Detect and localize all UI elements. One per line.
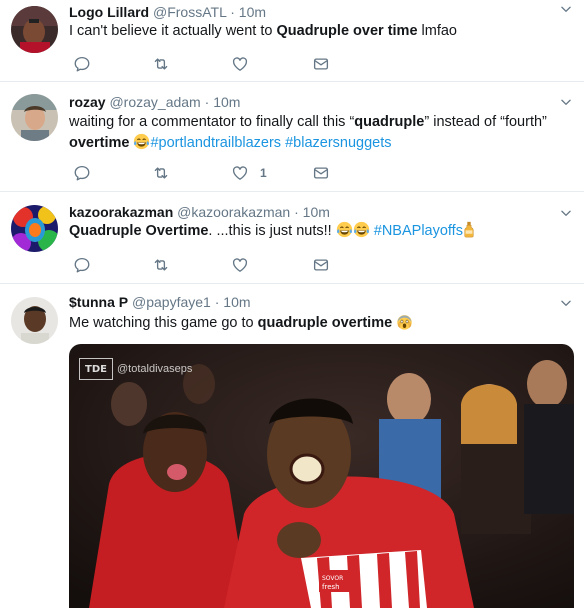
retweet-button[interactable] (152, 256, 170, 274)
tweet-actions (73, 256, 353, 274)
reply-button[interactable] (73, 55, 91, 73)
reply-button[interactable] (73, 256, 91, 274)
tweet[interactable]: $tunna P @papyfaye1 · 10m Me watching th… (0, 284, 584, 608)
text-segment: lmfao (417, 23, 458, 39)
like-count: 1 (260, 166, 267, 180)
tweet-actions (73, 55, 353, 73)
tweet-header: Logo Lillard @FrossATL · 10m (69, 3, 266, 21)
display-name[interactable]: rozay (69, 94, 106, 110)
reply-icon (73, 164, 91, 182)
like-icon (231, 55, 249, 73)
like-button[interactable] (231, 55, 249, 73)
text-bold-segment: Quadruple over time (276, 23, 418, 39)
retweet-icon (152, 256, 170, 274)
hashtag-link[interactable]: #NBAPlayoffs (374, 223, 463, 239)
reply-icon (73, 55, 91, 73)
text-segment: I can't believe it actually went to (69, 23, 277, 39)
tweet-text: I can't believe it actually went to Quad… (69, 21, 560, 42)
svg-text:fresh: fresh (322, 583, 340, 591)
user-handle[interactable]: @papyfaye1 (132, 294, 211, 310)
tweet-header: $tunna P @papyfaye1 · 10m (69, 293, 251, 311)
tweet-text: waiting for a commentator to finally cal… (69, 112, 560, 154)
tears-of-joy-emoji (336, 221, 353, 238)
display-name[interactable]: Logo Lillard (69, 4, 149, 20)
tweet-header: kazoorakazman @kazoorakazman · 10m (69, 203, 330, 221)
display-name[interactable]: $tunna P (69, 294, 128, 310)
tweet-media-gif[interactable]: SOVOR fresh TDE @totaldivaseps (69, 344, 574, 608)
avatar[interactable] (11, 94, 58, 141)
user-handle[interactable]: @kazoorakazman (177, 204, 290, 220)
timestamp[interactable]: 10m (303, 204, 330, 220)
bottle-emoji (463, 221, 475, 238)
separator: · (214, 294, 220, 310)
like-icon (231, 164, 249, 182)
direct-message-icon (312, 55, 330, 73)
avatar[interactable] (11, 205, 58, 252)
direct-message-icon (312, 256, 330, 274)
hashtag-link[interactable]: #portlandtrailblazers (150, 135, 281, 151)
avatar[interactable] (11, 6, 58, 53)
display-name[interactable]: kazoorakazman (69, 204, 173, 220)
media-watermark: TDE @totaldivaseps (79, 358, 192, 380)
tweet-text: Quadruple Overtime. ...this is just nuts… (69, 221, 560, 242)
reply-icon (73, 256, 91, 274)
text-bold-segment: overtime (69, 135, 130, 151)
timestamp[interactable]: 10m (223, 294, 250, 310)
text-segment: ” instead of “fourth” (424, 114, 547, 130)
retweet-icon (152, 164, 170, 182)
direct-message-icon (312, 164, 330, 182)
avatar[interactable] (11, 297, 58, 344)
tweet[interactable]: kazoorakazman @kazoorakazman · 10m Quadr… (0, 192, 584, 284)
chevron-down-icon[interactable] (559, 206, 573, 220)
chevron-down-icon[interactable] (559, 296, 573, 310)
gif-frame: SOVOR fresh (69, 344, 574, 608)
user-handle[interactable]: @FrossATL (153, 4, 226, 20)
text-segment: waiting for a commentator to finally cal… (69, 114, 355, 130)
timestamp[interactable]: 10m (213, 94, 240, 110)
screaming-emoji (396, 313, 413, 330)
separator: · (294, 204, 299, 220)
text-bold-segment: quadruple overtime (257, 315, 393, 331)
text-segment: Me watching this game go to (69, 315, 258, 331)
reply-button[interactable] (73, 164, 91, 182)
chevron-down-icon[interactable] (559, 2, 573, 16)
tears-of-joy-emoji (353, 221, 370, 238)
svg-text:SOVOR: SOVOR (322, 575, 343, 582)
tweet-actions: 1 (73, 164, 353, 182)
timeline-feed: Logo Lillard @FrossATL · 10m I can't bel… (0, 0, 584, 608)
direct-message-button[interactable] (312, 256, 330, 274)
tweet[interactable]: Logo Lillard @FrossATL · 10m I can't bel… (0, 0, 584, 82)
direct-message-button[interactable] (312, 164, 330, 182)
watermark-text: @totaldivaseps (117, 363, 193, 375)
tears-of-joy-emoji (133, 133, 150, 150)
like-button[interactable] (231, 256, 249, 274)
retweet-button[interactable] (152, 164, 170, 182)
tweet[interactable]: rozay @rozay_adam · 10m waiting for a co… (0, 82, 584, 192)
separator: · (230, 4, 235, 20)
text-segment: . ...this is just nuts!! (208, 223, 332, 239)
text-bold-segment: quadruple (354, 114, 425, 130)
like-icon (231, 256, 249, 274)
direct-message-button[interactable] (312, 55, 330, 73)
chevron-down-icon[interactable] (559, 95, 573, 109)
retweet-icon (152, 55, 170, 73)
like-button[interactable]: 1 (231, 164, 267, 182)
watermark-logo: TDE (79, 358, 113, 380)
user-handle[interactable]: @rozay_adam (109, 94, 200, 110)
timestamp[interactable]: 10m (239, 4, 266, 20)
hashtag-link[interactable]: #blazersnuggets (285, 135, 391, 151)
tweet-header: rozay @rozay_adam · 10m (69, 93, 240, 111)
tweet-text: Me watching this game go to quadruple ov… (69, 313, 560, 334)
separator: · (204, 94, 210, 110)
retweet-button[interactable] (152, 55, 170, 73)
text-bold-segment: Quadruple Overtime (69, 223, 209, 239)
